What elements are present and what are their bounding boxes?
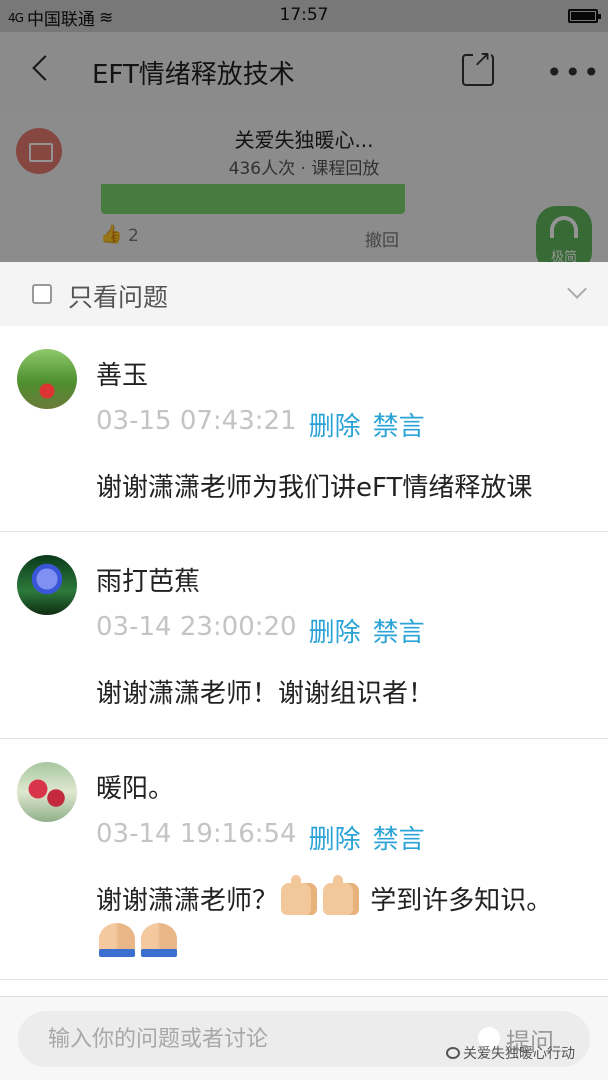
user-name: 暖阳。 — [96, 774, 175, 804]
mute-button[interactable]: 禁言 — [373, 612, 425, 649]
message-time: 03-14 23:00:20 — [96, 612, 297, 642]
message-meta: 03-14 19:16:54 删除 禁言 — [96, 819, 425, 856]
message-time: 03-15 07:43:21 — [96, 406, 297, 436]
chevron-down-icon[interactable] — [567, 279, 587, 299]
user-name: 雨打芭蕉 — [96, 567, 201, 597]
delete-button[interactable]: 删除 — [309, 612, 361, 649]
avatar[interactable] — [17, 762, 77, 822]
mute-button[interactable]: 禁言 — [373, 406, 425, 443]
message-text-part: 谢谢潇潇老师？ — [96, 886, 279, 916]
thumbs-up-icon — [323, 875, 360, 915]
message-item: 雨打芭蕉 03-14 23:00:20 删除 禁言 谢谢潇潇老师！谢谢组识者！ — [0, 532, 608, 739]
message-item: 善玉 03-15 07:43:21 删除 禁言 谢谢潇潇老师为我们讲eFT情绪释… — [0, 326, 608, 532]
message-meta: 03-15 07:43:21 删除 禁言 — [96, 406, 425, 443]
background-page: 4G 中国联通 ≋ 17:57 EFT情绪释放技术 ••• 关爱失独暖心... … — [0, 0, 608, 262]
thumbs-up-icon — [281, 875, 318, 915]
wechat-icon — [446, 1047, 460, 1059]
discussion-sheet: 只看问题 善玉 03-15 07:43:21 删除 禁言 谢谢潇潇老师为我们讲e… — [0, 262, 608, 1080]
message-text: 谢谢潇潇老师？ 学到许多知识。 — [96, 875, 596, 961]
message-text: 谢谢潇潇老师！谢谢组识者！ — [96, 679, 435, 709]
message-text-part: 学到许多知识。 — [370, 886, 553, 916]
delete-button[interactable]: 删除 — [309, 819, 361, 856]
only-questions-label[interactable]: 只看问题 — [68, 278, 168, 314]
message-time: 03-14 19:16:54 — [96, 819, 297, 849]
watermark: 关爱失独暖心行动 — [446, 1043, 575, 1063]
dim-overlay[interactable] — [0, 0, 608, 262]
message-meta: 03-14 23:00:20 删除 禁言 — [96, 612, 425, 649]
message-list: 善玉 03-15 07:43:21 删除 禁言 谢谢潇潇老师为我们讲eFT情绪释… — [0, 326, 608, 980]
composer-bar: 提问 关爱失独暖心行动 — [0, 996, 608, 1080]
only-questions-checkbox[interactable] — [32, 284, 52, 304]
message-text: 谢谢潇潇老师为我们讲eFT情绪释放课 — [96, 473, 533, 503]
mute-button[interactable]: 禁言 — [373, 819, 425, 856]
user-name: 善玉 — [96, 361, 149, 391]
folded-hands-icon — [141, 923, 177, 957]
avatar[interactable] — [17, 555, 77, 615]
delete-button[interactable]: 删除 — [309, 406, 361, 443]
message-item: 暖阳。 03-14 19:16:54 删除 禁言 谢谢潇潇老师？ 学到许多知识。 — [0, 739, 608, 980]
watermark-text: 关爱失独暖心行动 — [463, 1046, 575, 1062]
avatar[interactable] — [17, 349, 77, 409]
folded-hands-icon — [99, 923, 135, 957]
filter-row: 只看问题 — [0, 262, 608, 326]
